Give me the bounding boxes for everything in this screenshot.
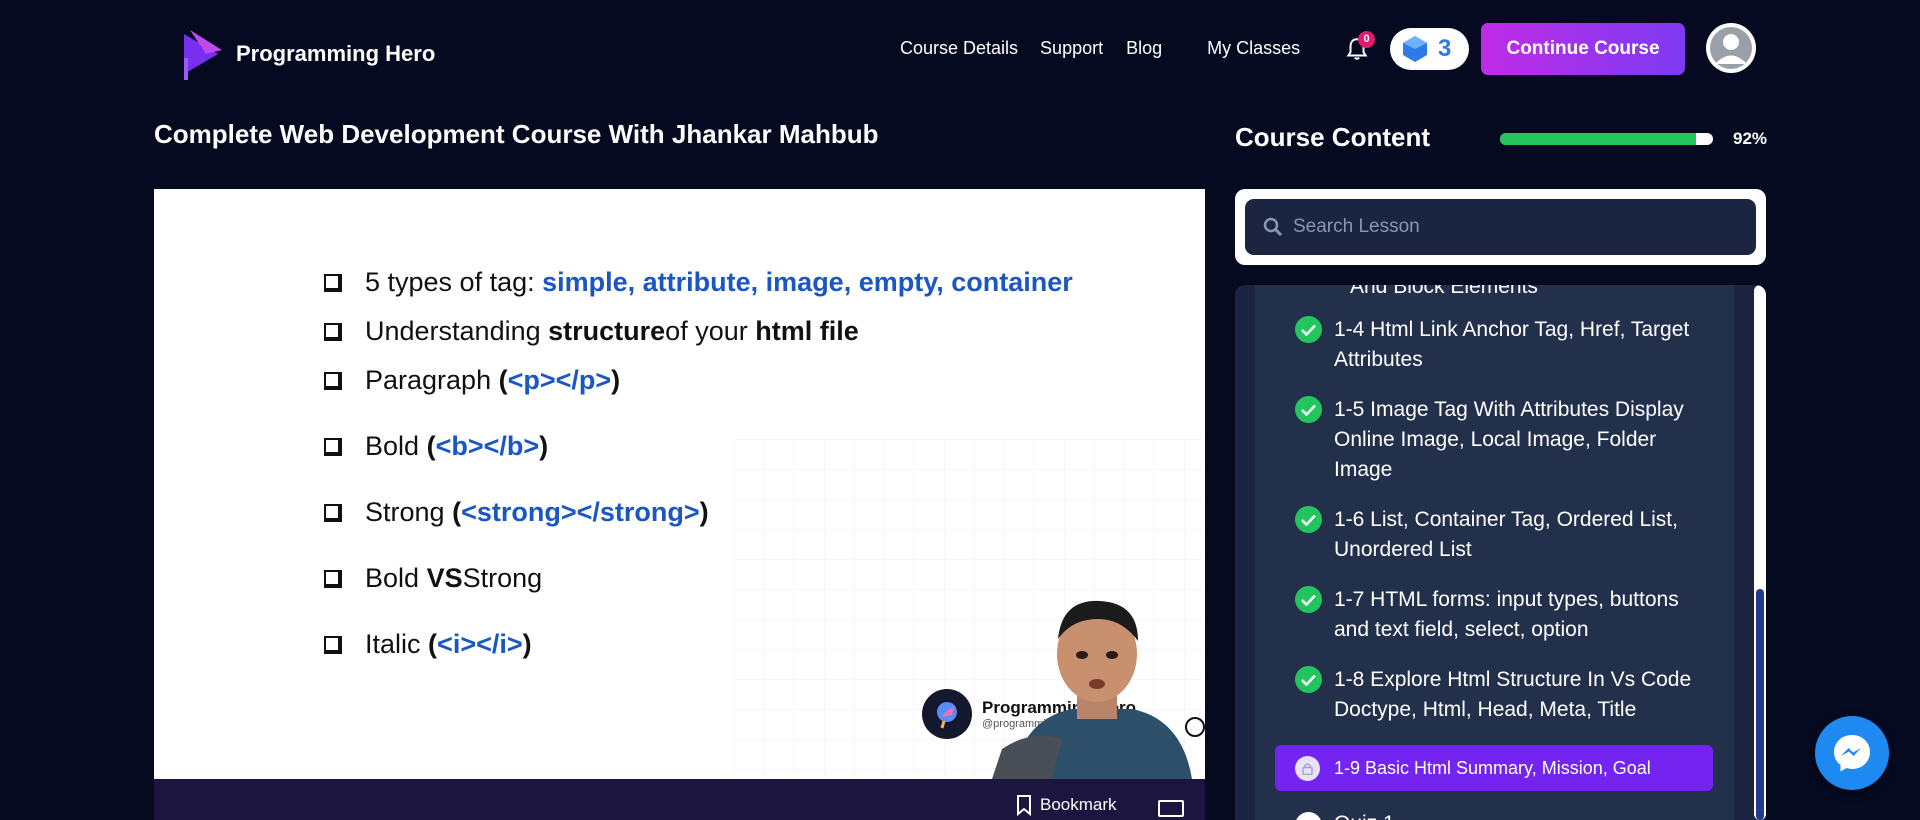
search-box[interactable] [1245, 199, 1756, 255]
messenger-chat-button[interactable] [1815, 716, 1889, 790]
check-icon [1295, 586, 1322, 613]
slide-item: Strong (<strong></strong>) [324, 497, 709, 528]
lesson-label: 1-8 Explore Html Structure In Vs Code Do… [1334, 668, 1692, 721]
checkbox-icon [324, 371, 342, 390]
brand-name: Programming Hero [236, 41, 436, 66]
lesson-label: 1-6 List, Container Tag, Ordered List, U… [1334, 508, 1678, 561]
slide-item: 5 types of tag: simple, attribute, image… [324, 267, 1073, 298]
screen-icon[interactable] [1158, 800, 1184, 817]
gems-count: 3 [1438, 35, 1452, 62]
lesson-list: And Block Elements 1-4 Html Link Anchor … [1255, 285, 1734, 820]
ph-logo-icon [922, 689, 972, 739]
quiz-status-icon [1295, 812, 1322, 820]
checkbox-icon [324, 503, 342, 522]
video-toolbar: Bookmark [154, 779, 1205, 820]
lesson-item-active[interactable]: 1-9 Basic Html Summary, Mission, Goal [1275, 745, 1713, 791]
gem-icon [1403, 36, 1427, 62]
lesson-label: 1-7 HTML forms: input types, buttons and… [1334, 588, 1679, 641]
nav-support[interactable]: Support [1040, 38, 1103, 59]
slide-item: Italic (<i></i>) [324, 629, 532, 660]
course-progress-percent: 92% [1733, 129, 1768, 148]
presenter-video [992, 600, 1205, 779]
check-icon [1295, 316, 1322, 343]
lesson-scrollbar-thumb[interactable] [1756, 589, 1764, 820]
gems-counter[interactable]: 3 [1390, 28, 1469, 70]
main-nav: Course Details Support Blog My Classes [900, 38, 1300, 59]
course-progress-fill [1500, 133, 1696, 145]
nav-blog[interactable]: Blog [1126, 38, 1162, 59]
slide-item: Bold (<b></b>) [324, 431, 548, 462]
checkbox-icon [324, 569, 342, 588]
lesson-label: 1-4 Html Link Anchor Tag, Href, Target A… [1334, 318, 1690, 371]
lesson-item-quiz[interactable]: Quiz 1 [1295, 812, 1395, 820]
bookmark-icon [1017, 795, 1031, 816]
lesson-label: 1-9 Basic Html Summary, Mission, Goal [1334, 757, 1651, 778]
top-header: Programming Hero Course Details Support … [0, 0, 1920, 96]
bookmark-button[interactable]: Bookmark [1016, 794, 1117, 816]
lesson-item[interactable]: 1-7 HTML forms: input types, buttons and… [1295, 585, 1715, 645]
avatar-icon [1707, 24, 1755, 72]
lesson-list-panel: And Block Elements 1-4 Html Link Anchor … [1235, 285, 1766, 820]
check-icon [1295, 666, 1322, 693]
messenger-icon [1834, 735, 1870, 772]
nav-course-details[interactable]: Course Details [900, 38, 1018, 59]
slide-item: Paragraph (<p></p>) [324, 365, 620, 396]
previous-lesson-text: And Block Elements [1350, 285, 1538, 298]
notification-badge: 0 [1358, 31, 1375, 48]
lesson-item[interactable]: 1-4 Html Link Anchor Tag, Href, Target A… [1295, 315, 1715, 375]
checkbox-icon [324, 322, 342, 341]
checkbox-icon [324, 635, 342, 654]
video-player[interactable]: 5 types of tag: simple, attribute, image… [154, 189, 1205, 779]
logo-icon [184, 30, 222, 80]
continue-course-button[interactable]: Continue Course [1481, 23, 1685, 75]
quiz-label: Quiz 1 [1334, 812, 1395, 820]
lesson-item[interactable]: 1-6 List, Container Tag, Ordered List, U… [1295, 505, 1715, 565]
checkbox-icon [324, 437, 342, 456]
course-content-title: Course Content [1235, 122, 1430, 152]
slide-item: Bold VS Strong [324, 563, 542, 594]
search-container [1235, 189, 1766, 265]
lesson-label: 1-5 Image Tag With Attributes Display On… [1334, 398, 1684, 481]
avatar[interactable] [1706, 23, 1756, 73]
search-input[interactable] [1293, 216, 1733, 238]
nav-my-classes[interactable]: My Classes [1207, 38, 1300, 59]
course-title: Complete Web Development Course With Jha… [154, 119, 879, 149]
search-icon [1263, 217, 1283, 237]
slide-item: Understanding structure of your html fil… [324, 316, 859, 347]
lesson-item[interactable]: 1-5 Image Tag With Attributes Display On… [1295, 395, 1715, 485]
check-icon [1295, 506, 1322, 533]
lock-icon [1295, 755, 1320, 781]
checkbox-icon [324, 273, 342, 292]
check-icon [1295, 396, 1322, 423]
brand-logo[interactable]: Programming Hero [178, 28, 435, 80]
bookmark-label: Bookmark [1040, 795, 1117, 814]
lesson-item[interactable]: 1-8 Explore Html Structure In Vs Code Do… [1295, 665, 1715, 725]
course-progress-bar [1500, 133, 1713, 145]
